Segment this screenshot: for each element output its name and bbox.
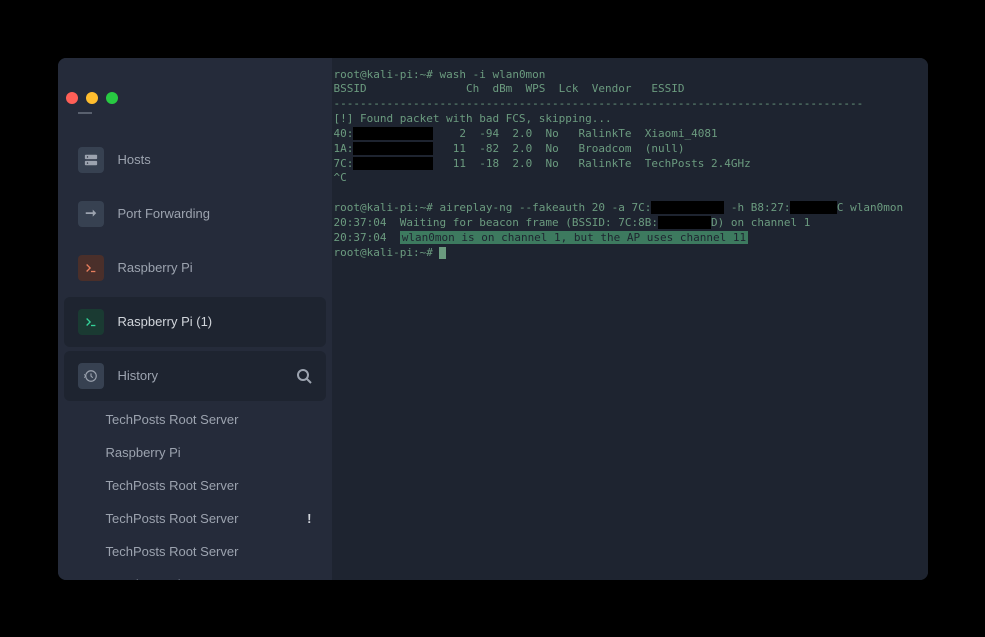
nav-raspberry-pi-1-label: Raspberry Pi (1)	[118, 314, 213, 329]
terminal-line: 7C: 11 -18 2.0 No RalinkTe TechPosts 2.4…	[334, 157, 926, 172]
terminal-line: [!] Found packet with bad FCS, skipping.…	[334, 112, 926, 127]
terminal-line: root@kali-pi:~# wash -i wlan0mon	[334, 68, 926, 83]
nav-raspberry-pi-label: Raspberry Pi	[118, 260, 193, 275]
terminal-line: 40: 2 -94 2.0 No RalinkTe Xiaomi_4081	[334, 127, 926, 142]
nav-hosts[interactable]: Hosts	[64, 135, 326, 185]
terminal-icon	[78, 255, 104, 281]
arrows-icon	[78, 201, 104, 227]
nav-hosts-label: Hosts	[118, 152, 151, 167]
search-icon[interactable]	[296, 368, 312, 384]
history-icon	[78, 363, 104, 389]
minimize-button[interactable]	[86, 92, 98, 104]
history-item[interactable]: Raspberry Pi	[58, 436, 332, 469]
nav-raspberry-pi[interactable]: Raspberry Pi	[64, 243, 326, 293]
terminal-line: BSSID Ch dBm WPS Lck Vendor ESSID	[334, 82, 926, 97]
history-label: History	[118, 368, 158, 383]
titlebar	[58, 86, 118, 110]
nav-port-forwarding[interactable]: Port Forwarding	[64, 189, 326, 239]
sidebar: Hosts Port Forwarding Raspberry Pi	[58, 58, 332, 580]
terminal-line: 20:37:04 Waiting for beacon frame (BSSID…	[334, 216, 926, 231]
terminal-line: root@kali-pi:~# aireplay-ng --fakeauth 2…	[334, 201, 926, 216]
maximize-button[interactable]	[106, 92, 118, 104]
history-item[interactable]: TechPosts Root Server	[58, 403, 332, 436]
nav-raspberry-pi-1[interactable]: Raspberry Pi (1)	[64, 297, 326, 347]
nav-port-forwarding-label: Port Forwarding	[118, 206, 210, 221]
history-header[interactable]: History	[64, 351, 326, 401]
history-item[interactable]: TechPosts Root Server	[58, 469, 332, 502]
window-body: Hosts Port Forwarding Raspberry Pi	[58, 58, 928, 580]
terminal-line: ^C	[334, 171, 926, 186]
terminal-line: 1A: 11 -82 2.0 No Broadcom (null)	[334, 142, 926, 157]
terminal-line: ----------------------------------------…	[334, 97, 926, 112]
terminal-line: 20:37:04 wlan0mon is on channel 1, but t…	[334, 231, 926, 246]
close-button[interactable]	[66, 92, 78, 104]
history-item[interactable]: TechPosts Root Server	[58, 535, 332, 568]
history-list: TechPosts Root Server Raspberry Pi TechP…	[58, 403, 332, 580]
alert-icon: !	[307, 511, 311, 526]
app-window: Hosts Port Forwarding Raspberry Pi	[58, 58, 928, 580]
server-icon	[78, 147, 104, 173]
history-item[interactable]: Raspberry Pi	[58, 568, 332, 580]
terminal-line: root@kali-pi:~#	[334, 246, 926, 261]
cursor	[439, 247, 446, 259]
terminal-icon	[78, 309, 104, 335]
terminal-line	[334, 186, 926, 201]
history-item[interactable]: TechPosts Root Server!	[58, 502, 332, 535]
terminal-pane[interactable]: root@kali-pi:~# wash -i wlan0mon BSSID C…	[332, 58, 928, 580]
